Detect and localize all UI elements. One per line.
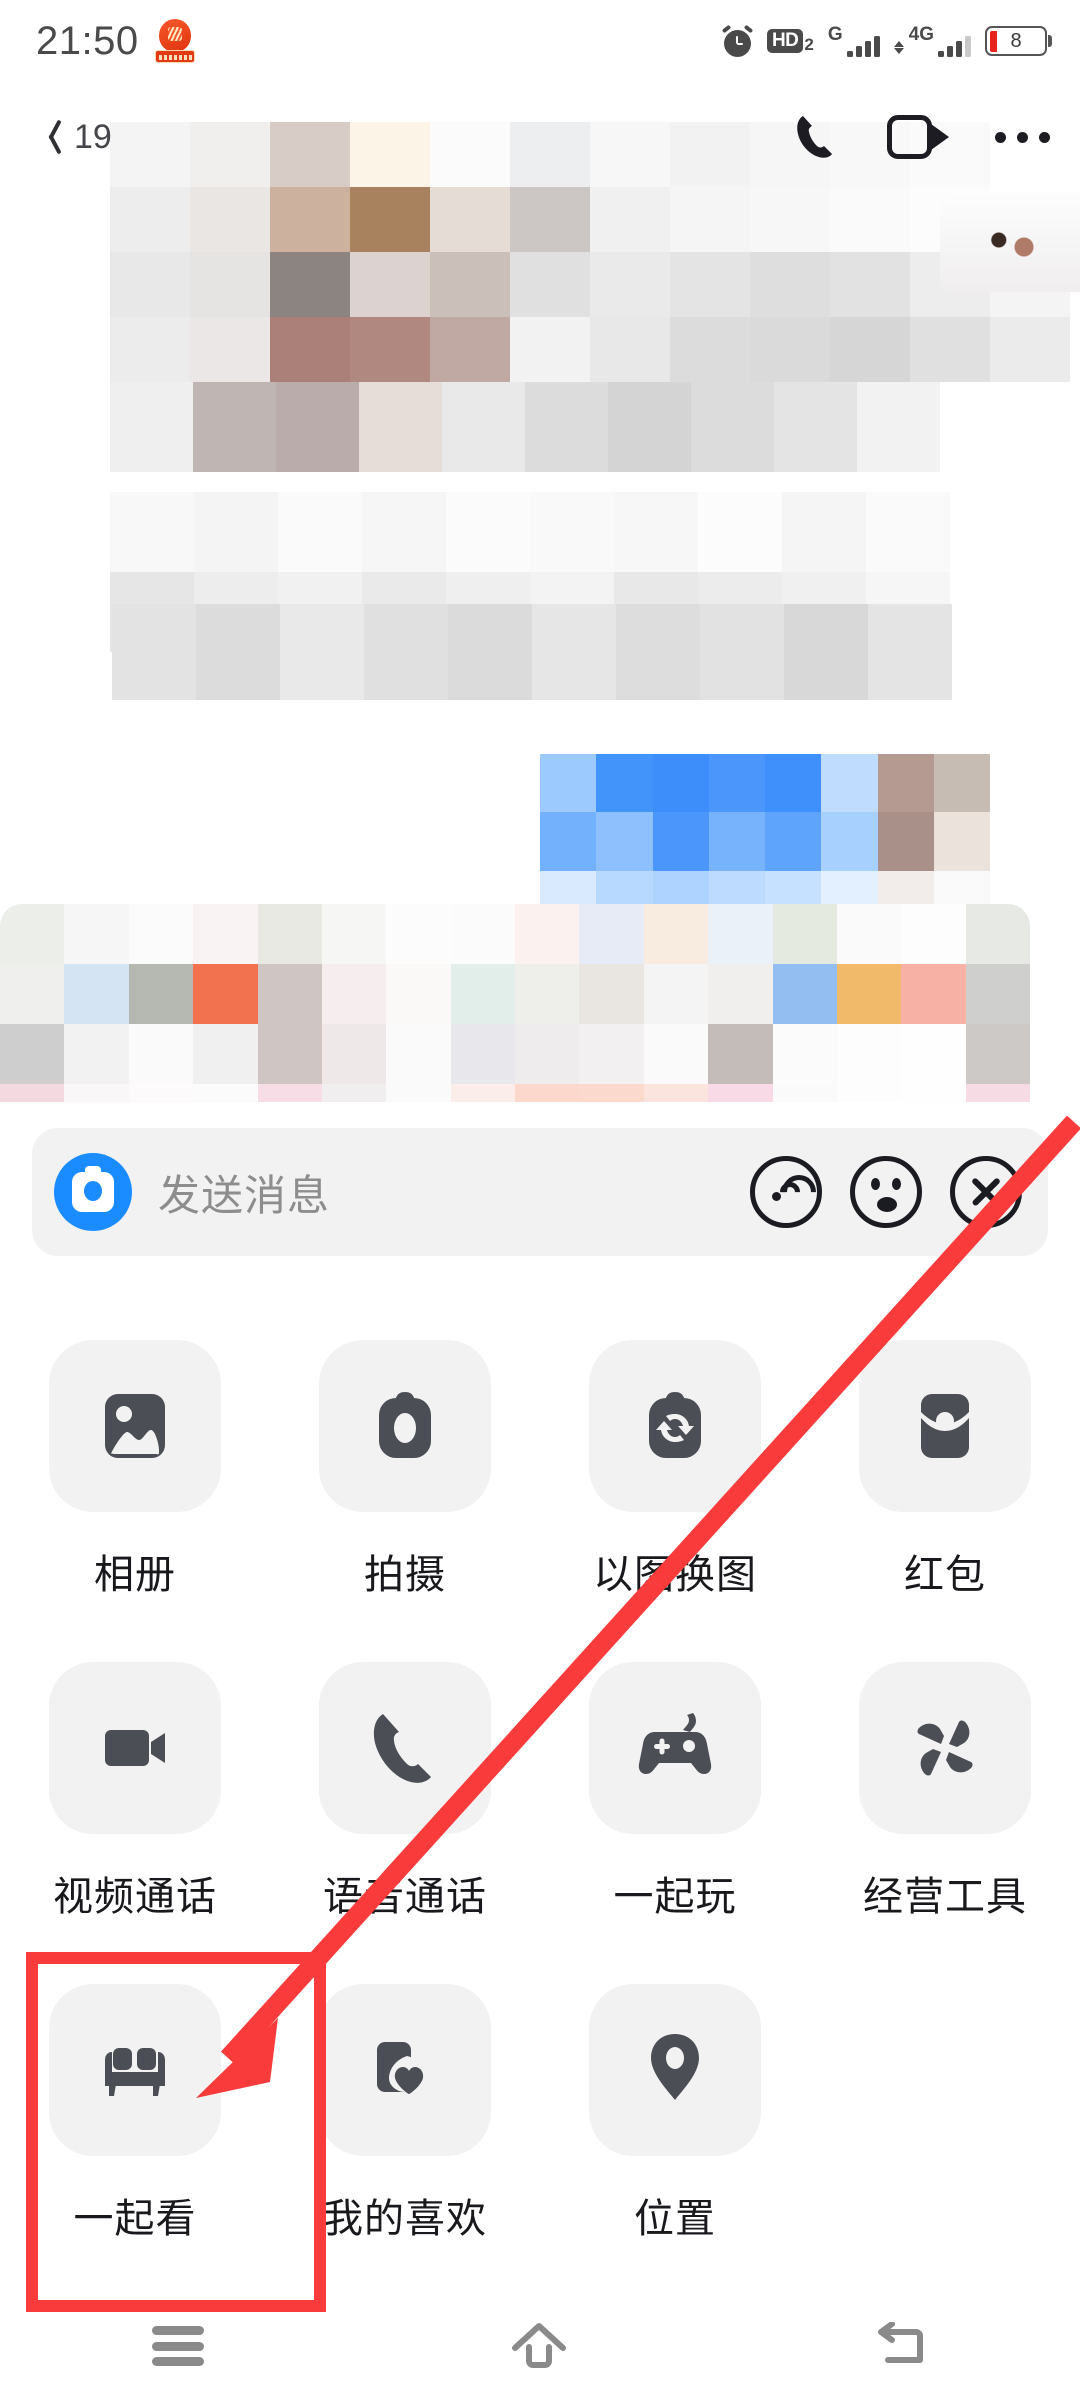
back-button[interactable]: 19 [42, 118, 112, 156]
photo-album-icon [105, 1394, 165, 1458]
gamepad-icon [638, 1713, 712, 1774]
recents-icon[interactable] [152, 2326, 205, 2366]
camera-icon [379, 1392, 431, 1458]
panel-tile [859, 1340, 1031, 1512]
status-bar-left: 21:50 [36, 19, 195, 63]
panel-item-business-tools[interactable]: 经营工具 [810, 1640, 1080, 1962]
status-bar-right: HD 2 G 4G 8 [721, 24, 1052, 57]
location-pin-icon [651, 2034, 699, 2100]
panel-tile [49, 1984, 221, 2156]
panel-item-my-favorites[interactable]: 我的喜欢 [270, 1962, 540, 2284]
panel-tile [589, 1340, 761, 1512]
panel-item-video-call[interactable]: 视频通话 [0, 1640, 270, 1962]
panel-tile [589, 1984, 761, 2156]
video-call-icon [105, 1730, 165, 1766]
panel-item-location[interactable]: 位置 [540, 1962, 810, 2284]
message-input-bar: 发送消息 [32, 1128, 1048, 1256]
censored-block-mid2 [112, 604, 952, 700]
home-icon[interactable] [509, 2321, 569, 2371]
image-swap-icon [649, 1392, 701, 1458]
phone-call-icon[interactable] [793, 112, 841, 162]
video-camera-icon[interactable] [887, 115, 949, 159]
chevron-left-icon [42, 118, 64, 156]
panel-item-label: 我的喜欢 [323, 2197, 487, 2241]
panel-item-album[interactable]: 相册 [0, 1318, 270, 1640]
emoji-face-icon[interactable] [850, 1156, 922, 1228]
voice-wave-icon[interactable] [750, 1156, 824, 1228]
favorite-heart-icon [377, 2042, 424, 2094]
panel-item-label: 一起看 [73, 2197, 197, 2241]
app-notification-icon [154, 19, 195, 63]
hd-label: HD [766, 29, 804, 53]
panel-item-label: 经营工具 [863, 1875, 1027, 1919]
panel-item-label: 红包 [904, 1553, 986, 1597]
censored-card-block [0, 904, 1030, 1102]
camera-circle-icon[interactable] [54, 1153, 132, 1231]
chat-message-area [0, 82, 1080, 1102]
panel-item-label: 语音通话 [323, 1875, 487, 1919]
system-back-icon[interactable] [874, 2321, 928, 2370]
signal-sim1-icon: G [828, 25, 880, 57]
panel-item-red-packet[interactable]: 红包 [810, 1318, 1080, 1640]
panel-item-empty [810, 1962, 1080, 2284]
censored-outgoing-bubble [540, 754, 990, 929]
red-packet-icon [921, 1394, 969, 1458]
unread-count-badge: 19 [74, 118, 112, 156]
panel-item-label: 相册 [94, 1553, 176, 1597]
battery-icon: 8 [985, 26, 1052, 56]
censored-block-top2 [110, 382, 940, 472]
signal-sim2-icon: 4G [893, 24, 971, 57]
input-action-buttons [750, 1156, 1022, 1228]
sim2-network-label: 4G [908, 24, 934, 45]
hd-sub-label: 2 [804, 35, 814, 54]
panel-tile [859, 1662, 1031, 1834]
voice-call-icon [373, 1714, 431, 1783]
panel-tile [319, 1984, 491, 2156]
panel-item-camera[interactable]: 拍摄 [270, 1318, 540, 1640]
panel-item-label: 以图换图 [593, 1553, 757, 1597]
alarm-clock-icon [721, 24, 754, 57]
battery-level-label: 8 [1010, 30, 1022, 52]
panel-item-image-swap[interactable]: 以图换图 [540, 1318, 810, 1640]
panel-item-label: 一起玩 [613, 1875, 737, 1919]
panel-tile [319, 1340, 491, 1512]
status-clock: 21:50 [36, 19, 139, 63]
sim1-network-label: G [827, 24, 843, 45]
header-actions [793, 112, 1050, 162]
panel-tile [49, 1662, 221, 1834]
panel-item-label: 拍摄 [364, 1553, 446, 1597]
panel-tile [319, 1662, 491, 1834]
panel-item-label: 位置 [634, 2197, 716, 2241]
sofa-icon [105, 2048, 165, 2096]
attachment-panel-grid: 相册 拍摄 以图换图 红包 视频通话 语音通话 一起玩 经营工具 一起看 我的喜… [0, 1318, 1080, 2284]
chat-header-bar: 19 [0, 82, 1080, 192]
hd-voice-icon: HD 2 [766, 29, 814, 54]
panel-tile [49, 1340, 221, 1512]
panel-item-label: 视频通话 [53, 1875, 217, 1919]
more-horizontal-icon[interactable] [995, 131, 1050, 143]
status-bar: 21:50 HD 2 G 4G 8 [0, 0, 1080, 82]
panel-tile [589, 1662, 761, 1834]
message-input-placeholder[interactable]: 发送消息 [158, 1162, 330, 1223]
panel-item-voice-call[interactable]: 语音通话 [270, 1640, 540, 1962]
phone-screen: 21:50 HD 2 G 4G 8 19 发送消息 相册 拍摄 以图换图 红包 … [0, 0, 1080, 2400]
close-x-icon[interactable] [950, 1156, 1022, 1228]
panel-item-watch-together[interactable]: 一起看 [0, 1962, 270, 2284]
system-navigation-bar [0, 2292, 1080, 2400]
panel-item-play-together[interactable]: 一起玩 [540, 1640, 810, 1962]
censored-avatar [940, 192, 1080, 292]
pinwheel-icon [917, 1720, 973, 1776]
